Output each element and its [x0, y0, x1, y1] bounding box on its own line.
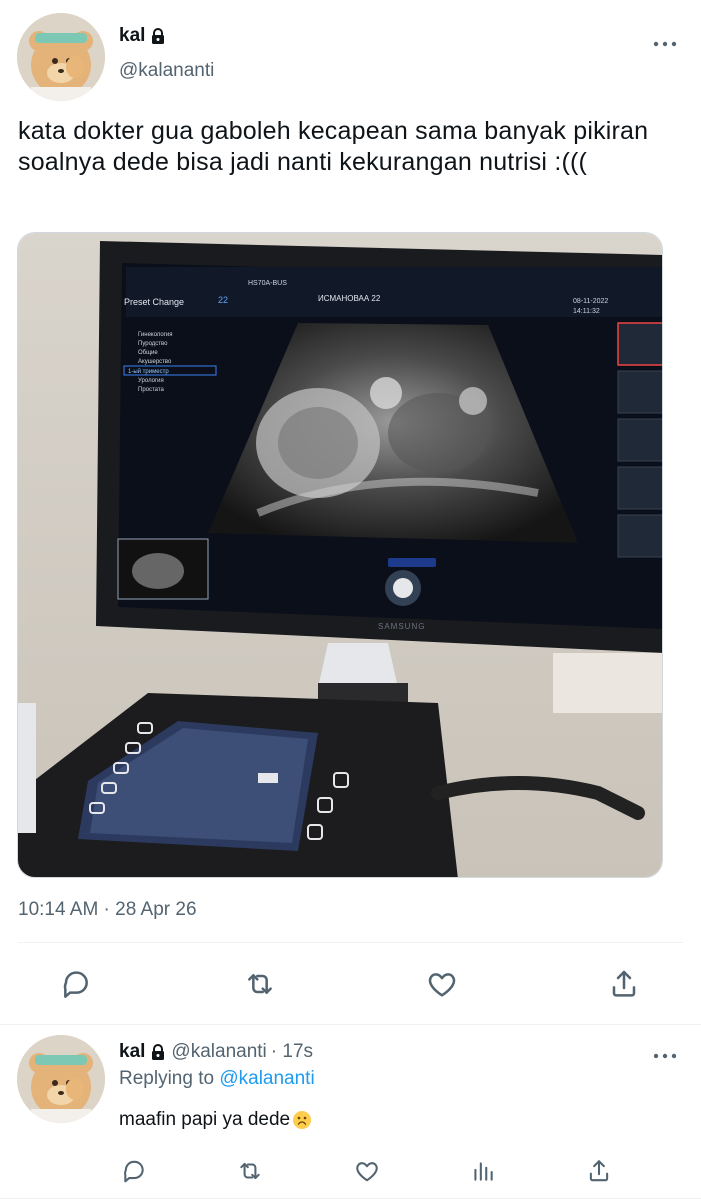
reply-header: kal @kalananti · 17s	[119, 1041, 313, 1063]
patient-label: ИСМАНОВАА 22	[318, 294, 381, 303]
retweet-icon[interactable]	[240, 964, 280, 1004]
share-icon[interactable]	[579, 1151, 619, 1191]
views-icon[interactable]	[463, 1151, 503, 1191]
preset-label: Preset Change	[124, 297, 184, 307]
slightly-frowning-face-icon	[292, 1110, 312, 1130]
date-label: 08-11-2022	[573, 298, 608, 305]
reply-author-handle[interactable]: @kalananti	[171, 1041, 266, 1063]
more-icon[interactable]	[652, 36, 678, 48]
monitor-brand: SAMSUNG	[378, 622, 425, 631]
lock-icon	[149, 1043, 167, 1061]
divider	[0, 1024, 701, 1025]
reply-text-line: maafin papi ya dede	[119, 1109, 312, 1131]
preset-item: Акушерство	[138, 359, 172, 365]
reply-text: maafin papi ya dede	[119, 1109, 291, 1130]
probe-label: 22	[218, 295, 228, 305]
preset-item: Простата	[138, 387, 165, 393]
preset-item: Общие	[138, 350, 158, 356]
replying-handle-link[interactable]: @kalananti	[219, 1068, 314, 1089]
screen-header: HS70A-BUS	[248, 280, 287, 287]
tweet-media-photo[interactable]: HS70A-BUS ИСМАНОВАА 22 08-11-2022 14:11:…	[17, 232, 663, 878]
tweet-text: kata dokter gua gaboleh kecapean sama ba…	[18, 117, 649, 176]
reply-icon[interactable]	[56, 964, 96, 1004]
tweet-timestamp[interactable]: 10:14 AM · 28 Apr 26	[18, 899, 197, 921]
reply-author-name[interactable]: kal	[119, 1041, 145, 1063]
author-handle[interactable]: @kalananti	[119, 60, 214, 82]
reply-avatar[interactable]	[17, 1035, 105, 1123]
share-icon[interactable]	[604, 964, 644, 1004]
replying-prefix: Replying to	[119, 1068, 215, 1089]
preset-item: Гинекология	[138, 332, 173, 338]
preset-item-selected: 1-ый триместр	[128, 368, 169, 375]
time-label: 14:11:32	[573, 308, 600, 315]
more-icon[interactable]	[652, 1048, 678, 1060]
preset-item: Пуродство	[138, 341, 168, 347]
like-icon[interactable]	[422, 964, 462, 1004]
like-icon[interactable]	[347, 1151, 387, 1191]
tweet-author[interactable]: kal	[119, 25, 167, 47]
preset-item: Урология	[138, 378, 164, 384]
retweet-icon[interactable]	[230, 1151, 270, 1191]
divider	[0, 1198, 701, 1199]
reply-icon[interactable]	[114, 1151, 154, 1191]
replying-to: Replying to @kalananti	[119, 1068, 315, 1090]
lock-icon	[149, 27, 167, 45]
author-name[interactable]: kal	[119, 25, 145, 47]
reply-age: · 17s	[270, 1041, 314, 1062]
divider	[18, 942, 683, 943]
tweet-avatar[interactable]	[17, 13, 105, 101]
